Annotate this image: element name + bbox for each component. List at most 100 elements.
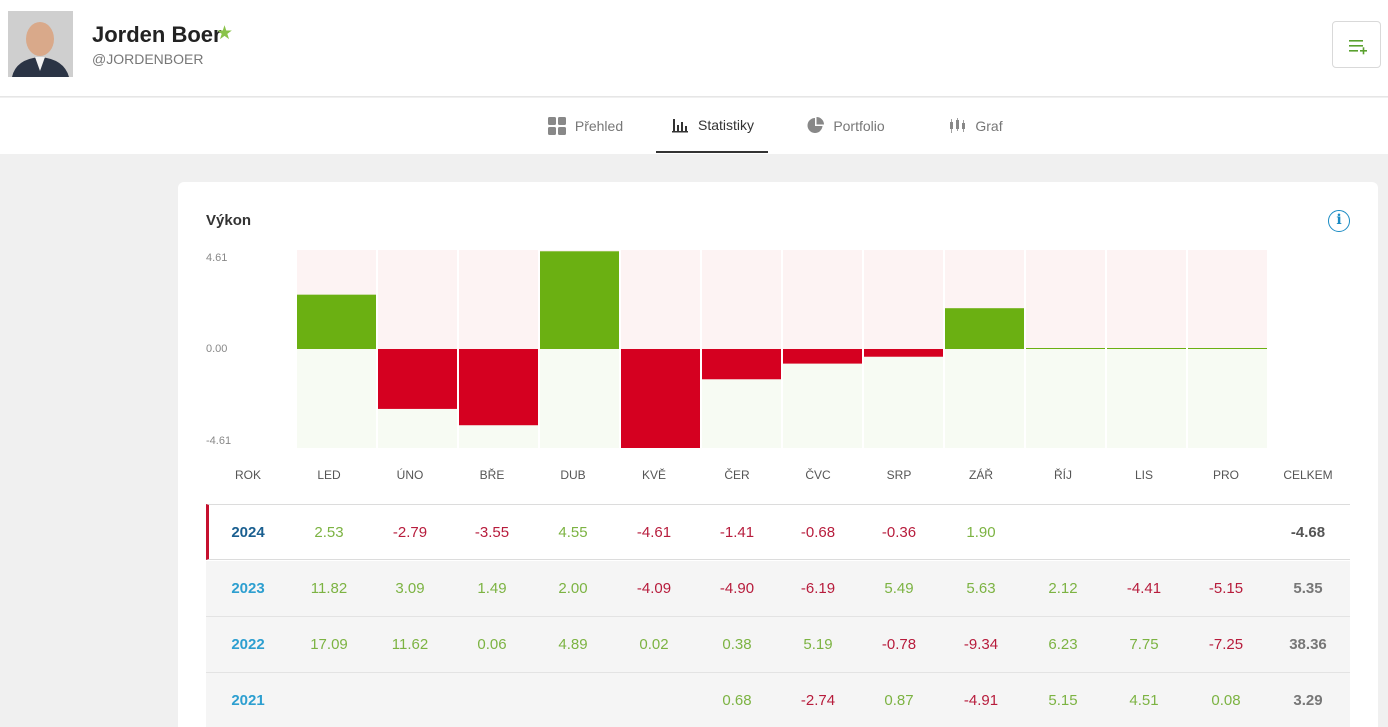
bar-background-upper [621, 250, 700, 349]
month-value-cell [533, 673, 613, 727]
performance-bar-chart [297, 250, 1267, 448]
tab-portfolio[interactable]: Portfolio [790, 98, 900, 153]
month-value-cell: -6.19 [800, 580, 836, 597]
month-value-cell: 11.62 [391, 636, 429, 653]
tab-label: Statistiky [697, 116, 754, 133]
bar-dub[interactable] [540, 251, 619, 349]
table-row[interactable]: 2023 11.82 3.09 1.49 2.00 -4.09 -4.90 -6.19 5.49… [206, 561, 1350, 617]
month-value-cell: 1.49 [477, 580, 507, 597]
month-value-cell [1104, 505, 1184, 561]
total-cell: 5.35 [1293, 580, 1323, 597]
month-value-cell: -9.34 [963, 636, 999, 653]
column-header: ÚNO [396, 468, 424, 482]
month-value-cell [370, 673, 450, 727]
watchlist-menu-button[interactable] [1332, 21, 1381, 68]
column-header: ČVC [805, 468, 831, 482]
bar-říj[interactable] [1026, 348, 1105, 349]
tab-label: Přehled [574, 117, 624, 134]
bar-pro[interactable] [1188, 348, 1267, 349]
bar-background-upper [864, 250, 943, 349]
bar-background-lower [297, 349, 376, 448]
column-header: BŘE [479, 468, 505, 482]
month-value-cell: 0.08 [1211, 692, 1241, 709]
bar-led[interactable] [297, 294, 376, 349]
month-value-cell: 17.09 [310, 636, 348, 653]
bar-background-upper [459, 250, 538, 349]
bar-background-upper [1107, 250, 1186, 349]
column-header: DUB [560, 468, 586, 482]
bar-bře[interactable] [459, 349, 538, 426]
year-cell[interactable]: 2024 [208, 505, 288, 561]
bar-čvc[interactable] [783, 349, 862, 364]
bar-background-upper [1188, 250, 1267, 349]
tab-overview[interactable]: Přehled [530, 98, 640, 153]
card-title: Výkon [206, 212, 252, 229]
tab-statistics[interactable]: Statistiky [656, 98, 768, 153]
total-cell: 38.36 [1289, 636, 1327, 653]
column-header: ZÁŘ [969, 468, 993, 482]
column-header: PRO [1212, 468, 1239, 482]
month-value-cell: -7.25 [1208, 636, 1244, 653]
month-value-cell: -4.61 [636, 524, 672, 541]
month-value-cell: 4.89 [558, 636, 588, 653]
bar-lis[interactable] [1107, 348, 1186, 349]
bar-background-lower [783, 349, 862, 448]
month-value-cell: -4.09 [636, 580, 672, 597]
month-value-cell: -0.36 [881, 524, 917, 541]
month-value-cell [289, 673, 369, 727]
bar-srp[interactable] [864, 349, 943, 357]
bar-zář[interactable] [945, 308, 1024, 349]
bar-background-lower [540, 349, 619, 448]
bar-úno[interactable] [378, 349, 457, 409]
tab-label: Portfolio [833, 117, 885, 134]
column-header: SRP [886, 468, 912, 482]
month-value-cell: -2.74 [800, 692, 836, 709]
column-header: ČER [724, 468, 750, 482]
bar-kvě[interactable] [621, 349, 700, 448]
bar-background-upper [378, 250, 457, 349]
month-value-cell: 5.15 [1048, 692, 1078, 709]
user-name: Jorden Boer [92, 22, 222, 47]
performance-card: Výkon i 4.61 0.00 -4.61 ROK LED ÚNO BŘE DUB K… [178, 182, 1378, 727]
month-value-cell: 5.19 [803, 636, 833, 653]
month-value-cell: -1.41 [719, 524, 755, 541]
bar-chart-icon [670, 115, 690, 135]
month-value-cell: 4.51 [1129, 692, 1159, 709]
month-value-cell: 0.06 [477, 636, 507, 653]
y-axis-zero-label: 0.00 [206, 343, 228, 355]
bar-background-upper [702, 250, 781, 349]
month-value-cell: 2.53 [314, 524, 344, 541]
pie-chart-icon [805, 116, 825, 136]
year-cell[interactable]: 2021 [208, 673, 288, 727]
month-value-cell: -0.68 [800, 524, 836, 541]
month-value-cell: 0.87 [884, 692, 914, 709]
month-value-cell: 0.68 [722, 692, 752, 709]
bar-background-upper [1026, 250, 1105, 349]
grid-icon [547, 116, 567, 136]
month-value-cell: 5.63 [966, 580, 996, 597]
month-value-cell: 5.49 [884, 580, 914, 597]
bar-čer[interactable] [702, 349, 781, 380]
month-value-cell: 0.02 [639, 636, 669, 653]
bar-background-lower [1188, 349, 1267, 448]
avatar[interactable] [8, 11, 73, 77]
star-icon[interactable]: ★ [216, 22, 233, 46]
year-cell[interactable]: 2022 [208, 617, 288, 673]
month-value-cell: 1.90 [966, 524, 996, 541]
month-value-cell: -0.78 [881, 636, 917, 653]
year-cell[interactable]: 2023 [208, 561, 288, 617]
month-value-cell [1023, 505, 1103, 561]
table-row[interactable]: 2022 17.09 11.62 0.06 4.89 0.02 0.38 5.19 -0.78 -… [206, 617, 1350, 673]
column-header: CELKEM [1283, 468, 1333, 482]
month-value-cell: 7.75 [1129, 636, 1159, 653]
info-icon[interactable]: i [1328, 210, 1350, 232]
column-header: LIS [1134, 468, 1153, 482]
tab-graph[interactable]: Graf [930, 98, 1020, 153]
month-value-cell: -4.90 [719, 580, 755, 597]
tab-label: Graf [975, 117, 1003, 134]
tab-bar: Přehled Statistiky Portfolio Graf [0, 98, 1388, 154]
user-handle: @JORDENBOER [92, 51, 204, 67]
bar-background-lower [864, 349, 943, 448]
table-row[interactable]: 2021 0.68 -2.74 0.87 -4.91 5.15 4.51 0.08 3.29 [206, 673, 1350, 727]
table-row[interactable]: 2024 2.53 -2.79 -3.55 4.55 -4.61 -1.41 -0.68 -0.… [206, 504, 1350, 560]
